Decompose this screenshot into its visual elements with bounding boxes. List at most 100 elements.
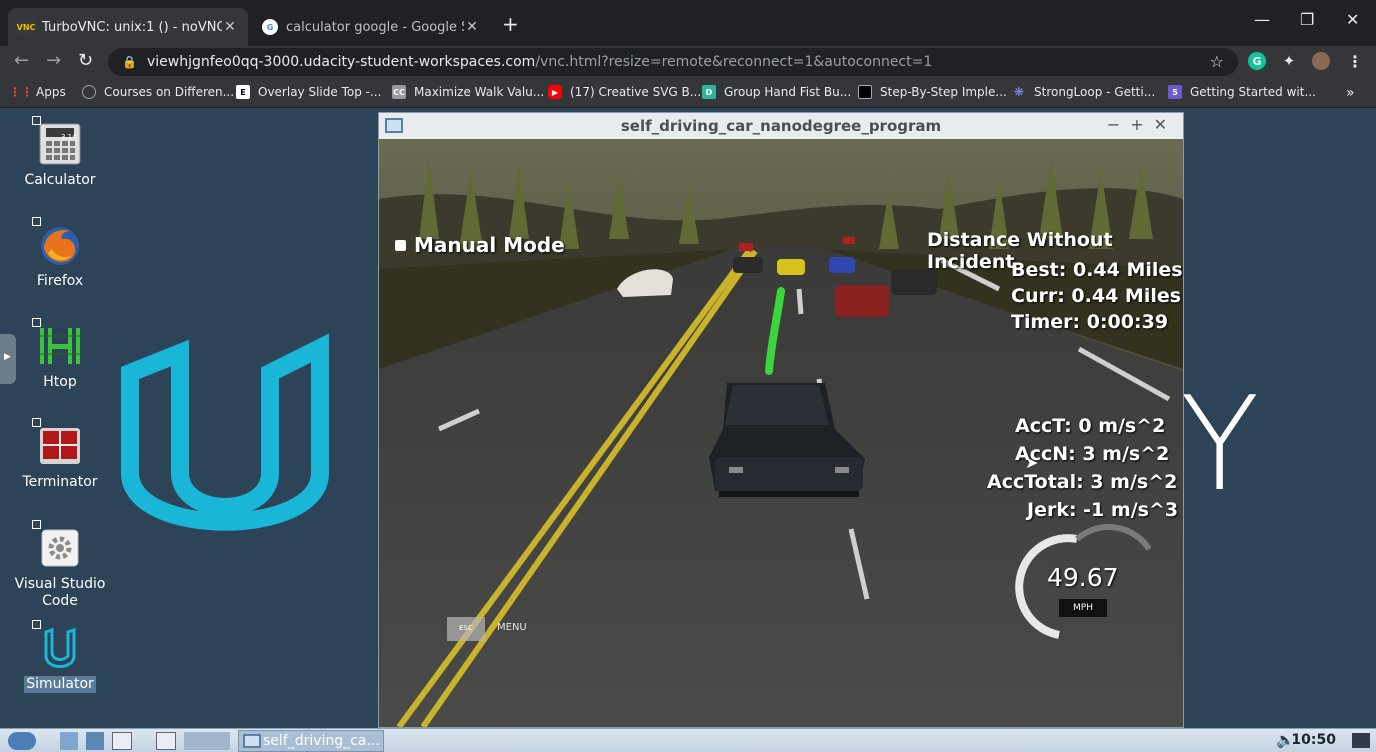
bookmark-label: Step-By-Step Imple... — [880, 85, 1007, 99]
desktop-icon-label: Calculator — [24, 172, 96, 188]
bookmark-apps[interactable]: ⋮⋮ Apps — [9, 85, 66, 99]
bookmark-item[interactable]: ❋ StrongLoop - Getti... — [1012, 85, 1155, 99]
new-tab-button[interactable]: + — [502, 12, 519, 36]
lock-icon: 🔒 — [122, 55, 137, 69]
bookmark-item[interactable]: E Overlay Slide Top -... — [236, 85, 381, 99]
launcher-badge — [32, 116, 41, 125]
taskbar-window-label: self_driving_ca... — [263, 733, 380, 749]
browser-toolbar: ← → ↻ 🔒 viewhjgnfeo0qq-3000.udacity-stud… — [0, 46, 1376, 78]
launcher-badge — [32, 318, 41, 327]
esc-button[interactable]: ESC — [459, 624, 473, 632]
bookmark-item[interactable]: Courses on Differen... — [82, 85, 234, 99]
htop-icon — [32, 318, 82, 368]
terminal-launcher-icon[interactable] — [112, 732, 132, 750]
close-icon[interactable]: ✕ — [464, 19, 480, 35]
desktop-icon-firefox[interactable]: Firefox — [5, 217, 115, 290]
window-controls[interactable]: −+✕ — [1107, 115, 1177, 134]
slide-icon: E — [236, 85, 250, 99]
tab-title: calculator google - Google Searc — [286, 19, 464, 35]
calculator-icon: 3.14 — [32, 116, 82, 166]
manual-mode-indicator[interactable]: Manual Mode — [395, 233, 565, 257]
back-button[interactable]: ← — [14, 50, 29, 71]
globe-icon — [82, 85, 96, 99]
timer: Timer: 0:00:39 — [1011, 311, 1169, 333]
close-window-button[interactable]: ✕ — [1346, 10, 1359, 29]
window-icon — [243, 734, 261, 748]
udacity-icon — [32, 620, 82, 670]
extensions-puzzle-icon[interactable]: ✦ — [1280, 52, 1298, 70]
launcher-badge — [32, 418, 41, 427]
desktop-icon-calculator[interactable]: 3.14 Calculator — [5, 116, 115, 189]
desktop-icon-label: Terminator — [22, 474, 98, 490]
acc-total-readout: AccTotal: 3 m/s^2 — [987, 471, 1178, 493]
menu-kebab-icon[interactable]: ⋮ — [1346, 52, 1364, 71]
bookmark-item[interactable]: CC Maximize Walk Valu... — [392, 85, 544, 99]
profile-avatar[interactable] — [1312, 52, 1330, 70]
taskbar-window-simulator[interactable]: self_driving_ca... — [238, 730, 384, 752]
apps-grid-icon: ⋮⋮ — [9, 85, 33, 99]
simulator-titlebar[interactable]: self_driving_car_nanodegree_program −+✕ — [379, 113, 1183, 139]
launcher-badge — [32, 620, 41, 629]
workspace-switcher[interactable] — [184, 732, 230, 750]
desktop-icon-label: Htop — [43, 374, 77, 390]
tab-turbovnc[interactable]: VNC TurboVNC: unix:1 () - noVNC ✕ — [8, 8, 248, 46]
acc-t-readout: AccT: 0 m/s^2 — [1015, 415, 1166, 437]
current-distance: Curr: 0.44 Miles — [1011, 285, 1182, 307]
maximize-button[interactable]: ❐ — [1300, 10, 1314, 29]
bookmark-label: (17) Creative SVG B... — [570, 85, 702, 99]
gear-icon — [32, 520, 82, 570]
speed-unit: MPH — [1073, 603, 1093, 613]
url-host: viewhjgnfeo0qq-3000.udacity-student-work… — [146, 54, 536, 70]
bookmark-label: Apps — [36, 85, 66, 99]
jerk-readout: Jerk: -1 m/s^3 — [1027, 499, 1179, 521]
bookmark-label: StrongLoop - Getti... — [1034, 85, 1156, 99]
udacity-logo — [121, 333, 329, 531]
reload-button[interactable]: ↻ — [78, 50, 93, 71]
desktop-icon-visual-studio-code[interactable]: Visual Studio Code — [5, 520, 115, 610]
network-icon[interactable] — [86, 732, 104, 750]
bookmark-star-icon[interactable]: ☆ — [1210, 52, 1224, 71]
bookmark-item[interactable]: 5 Getting Started wit... — [1168, 85, 1316, 99]
simulator-scene[interactable]: Manual Mode Distance Without Incident Be… — [379, 139, 1183, 727]
forward-button[interactable]: → — [46, 50, 61, 71]
clock: 10:50 — [1291, 732, 1336, 748]
calculator-display: 3.14 — [61, 133, 77, 141]
youtube-icon: ▶ — [548, 85, 562, 99]
google-icon: G — [262, 19, 278, 35]
desktop-icon-simulator[interactable]: Simulator — [5, 620, 115, 693]
minimize-button[interactable]: — — [1254, 10, 1270, 29]
wallpaper-letter: Y — [1180, 368, 1260, 520]
desktop-icon-htop[interactable]: Htop — [5, 318, 115, 391]
mouse-cursor-icon: ➤ — [1025, 453, 1039, 472]
launcher-badge — [32, 217, 41, 226]
bookmark-label: Overlay Slide Top -... — [258, 85, 382, 99]
checkbox-icon — [395, 239, 406, 251]
file-manager-icon[interactable] — [60, 732, 78, 750]
start-menu-icon[interactable] — [8, 732, 36, 750]
codecanyon-icon: CC — [392, 85, 406, 99]
close-icon[interactable]: ✕ — [222, 19, 238, 35]
vnc-icon: VNC — [17, 19, 35, 35]
bookmark-item[interactable]: D Group Hand Fist Bu... — [702, 85, 851, 99]
bookmark-item[interactable]: ▶ (17) Creative SVG B... — [548, 85, 701, 99]
more-bookmarks-chevron-icon[interactable]: » — [1346, 85, 1355, 101]
show-desktop-icon[interactable] — [156, 732, 176, 750]
bookmark-label: Maximize Walk Valu... — [414, 85, 545, 99]
desktop-icon-label: Simulator — [24, 676, 96, 693]
strongloop-icon: ❋ — [1013, 85, 1025, 99]
document-icon — [858, 85, 872, 99]
launcher-badge — [32, 520, 41, 529]
tab-google-search[interactable]: G calculator google - Google Searc ✕ — [252, 8, 490, 46]
bookmark-item[interactable]: Step-By-Step Imple... — [858, 85, 1007, 99]
simulator-window: self_driving_car_nanodegree_program −+✕ — [378, 112, 1184, 728]
best-distance: Best: 0.44 Miles — [1011, 259, 1183, 281]
pen-icon: D — [702, 85, 716, 99]
bookmark-label: Getting Started wit... — [1190, 85, 1316, 99]
window-icon — [385, 118, 403, 133]
address-bar[interactable]: 🔒 viewhjgnfeo0qq-3000.udacity-student-wo… — [108, 48, 1238, 76]
url-path: /vnc.html?resize=remote&reconnect=1&auto… — [535, 54, 933, 70]
screen-capture-icon[interactable] — [1352, 733, 1370, 748]
grammarly-icon[interactable]: G — [1248, 52, 1266, 70]
desktop-icon-terminator[interactable]: Terminator — [5, 418, 115, 491]
bookmarks-bar: ⋮⋮ Apps Courses on Differen... E Overlay… — [0, 78, 1376, 108]
